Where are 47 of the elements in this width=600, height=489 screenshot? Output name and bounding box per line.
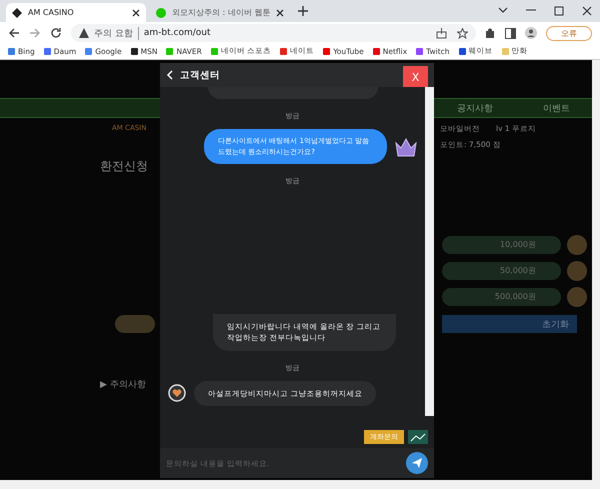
send-icon[interactable] xyxy=(406,452,428,474)
plus-icon[interactable] xyxy=(298,6,308,16)
bookmark-icon xyxy=(166,48,174,54)
scrollbar[interactable] xyxy=(0,480,600,489)
close-icon[interactable] xyxy=(276,8,284,16)
bookmark-icon xyxy=(210,48,218,54)
url-text: am-bt.com/out xyxy=(144,28,211,38)
back-icon[interactable] xyxy=(8,27,20,39)
close-button[interactable]: X xyxy=(403,66,428,88)
scrollbar[interactable] xyxy=(592,60,600,480)
close-icon[interactable] xyxy=(582,6,592,16)
bookmark-icon xyxy=(416,48,424,54)
close-icon[interactable] xyxy=(132,8,140,16)
maximize-icon[interactable] xyxy=(554,6,564,16)
menu-item[interactable]: 이벤트 xyxy=(543,102,570,114)
bookmark-icon xyxy=(280,48,288,54)
crown-icon[interactable] xyxy=(395,136,417,156)
notice-heading: ▶ 주의사항 xyxy=(100,379,146,391)
avatar-icon[interactable] xyxy=(525,27,537,39)
reload-icon[interactable] xyxy=(50,27,62,39)
star-icon[interactable] xyxy=(457,28,468,38)
bookmark-icon xyxy=(8,48,15,54)
bookmark-icon xyxy=(502,48,509,54)
security-warning[interactable]: 주의 요함 xyxy=(94,26,139,40)
chat-title: 고객센터 xyxy=(180,68,220,82)
address-field[interactable]: 주의 요함 am-bt.com/out xyxy=(71,24,476,42)
share-icon[interactable] xyxy=(436,28,447,38)
browser-tab[interactable]: AM CASINO xyxy=(6,3,146,22)
menu-item[interactable]: 공지사항 xyxy=(457,102,493,114)
bookmark-icon xyxy=(323,48,330,54)
reset-button[interactable]: 초기화 xyxy=(442,315,577,333)
heart-avatar-icon[interactable] xyxy=(168,384,186,402)
bookmark-icon xyxy=(458,48,466,54)
amount-field[interactable] xyxy=(115,315,155,333)
bookmark-icon xyxy=(372,48,380,54)
scrollbar[interactable] xyxy=(425,87,434,416)
page-heading: 환전신청 xyxy=(100,158,148,175)
browser-tab[interactable]: 외모지상주의 : 네이버 웹툰 xyxy=(150,3,290,22)
bookmark-icon xyxy=(85,48,92,54)
error-button[interactable]: 오류 xyxy=(546,26,592,40)
caret-icon[interactable] xyxy=(498,6,508,14)
image-icon[interactable] xyxy=(408,430,428,444)
bookmark-icon xyxy=(44,48,51,54)
sidebar-icon[interactable] xyxy=(505,28,516,38)
warning-icon[interactable] xyxy=(79,28,89,38)
bookmark-icon xyxy=(130,48,138,54)
diamond-icon[interactable] xyxy=(12,8,22,18)
